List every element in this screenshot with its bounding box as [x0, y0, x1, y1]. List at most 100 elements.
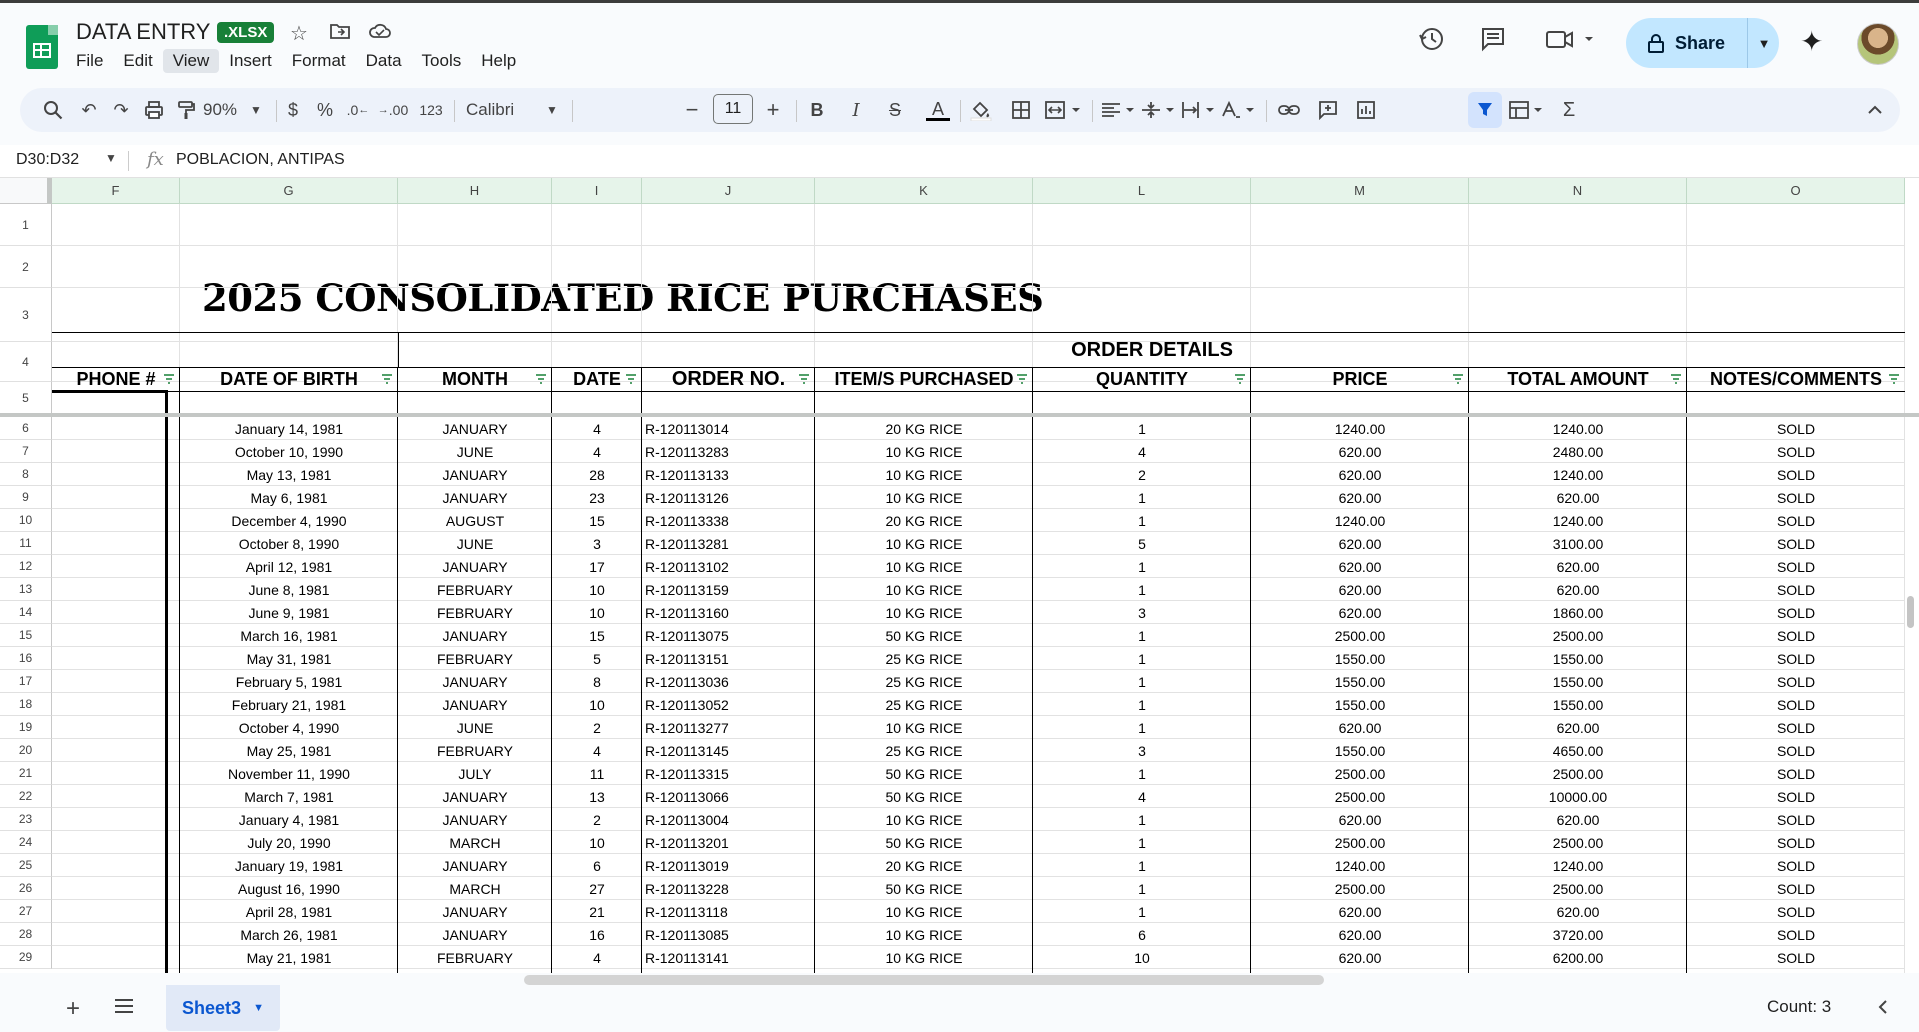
table-cell[interactable]: JANUARY	[398, 785, 552, 808]
print-icon[interactable]	[141, 96, 167, 124]
all-sheets-menu-icon[interactable]	[114, 997, 134, 1020]
table-cell[interactable]: 10000.00	[1469, 785, 1687, 808]
collapse-side-panel-chevron-icon[interactable]	[1878, 999, 1888, 1020]
table-cell[interactable]: JANUARY	[398, 463, 552, 486]
table-cell[interactable]: R-120113036	[642, 670, 815, 693]
table-cell[interactable]: 27	[552, 877, 642, 900]
table-cell[interactable]: R-120113118	[642, 900, 815, 923]
horizontal-align-icon[interactable]	[1098, 96, 1142, 124]
table-cell[interactable]: 620.00	[1251, 900, 1469, 923]
table-cell[interactable]: 10 KG RICE	[815, 900, 1033, 923]
column-filter-icon[interactable]	[624, 372, 638, 386]
text-wrapping-icon[interactable]	[1178, 96, 1222, 124]
table-cell[interactable]: 1550.00	[1251, 739, 1469, 762]
column-filter-icon[interactable]	[1669, 372, 1683, 386]
table-cell[interactable]: May 13, 1981	[180, 463, 398, 486]
table-cell[interactable]: R-120113102	[642, 555, 815, 578]
table-cell[interactable]: 10	[552, 578, 642, 601]
table-cell[interactable]: October 10, 1990	[180, 440, 398, 463]
column-header-k[interactable]: K	[815, 178, 1033, 204]
row-header-23[interactable]: 23	[0, 808, 52, 831]
column-filter-icon[interactable]	[1015, 372, 1029, 386]
table-cell[interactable]: January 14, 1981	[180, 417, 398, 440]
table-cell[interactable]: SOLD	[1687, 808, 1905, 831]
row-header-13[interactable]: 13	[0, 578, 52, 601]
table-cell[interactable]: 620.00	[1251, 716, 1469, 739]
table-cell[interactable]: 17	[552, 555, 642, 578]
table-cell[interactable]: 620.00	[1469, 900, 1687, 923]
table-cell[interactable]: 1240.00	[1469, 417, 1687, 440]
table-cell[interactable]: 23	[552, 486, 642, 509]
table-cell[interactable]: 1	[1033, 486, 1251, 509]
table-cell[interactable]: 620.00	[1469, 578, 1687, 601]
table-cell[interactable]: FEBRUARY	[398, 946, 552, 969]
table-cell[interactable]: SOLD	[1687, 601, 1905, 624]
table-cell[interactable]: 1240.00	[1251, 417, 1469, 440]
table-cell[interactable]: R-120113315	[642, 762, 815, 785]
table-cell[interactable]: July 20, 1990	[180, 831, 398, 854]
table-cell[interactable]: 1860.00	[1469, 601, 1687, 624]
table-cell[interactable]: 16	[552, 923, 642, 946]
table-cell[interactable]: 25 KG RICE	[815, 693, 1033, 716]
table-cell[interactable]: January 19, 1981	[180, 854, 398, 877]
insert-chart-icon[interactable]	[1353, 96, 1379, 124]
table-cell[interactable]: 1	[1033, 578, 1251, 601]
row-header-21[interactable]: 21	[0, 762, 52, 785]
table-cell[interactable]: JANUARY	[398, 417, 552, 440]
header-cell-quantity[interactable]: QUANTITY	[1033, 367, 1251, 392]
selection-count[interactable]: Count: 3	[1767, 997, 1831, 1017]
table-cell[interactable]: 10 KG RICE	[815, 601, 1033, 624]
table-cell[interactable]: 1240.00	[1469, 509, 1687, 532]
filter-views-icon[interactable]	[1506, 96, 1550, 124]
table-cell[interactable]: R-120113004	[642, 808, 815, 831]
row-header-20[interactable]: 20	[0, 739, 52, 762]
table-cell[interactable]: R-120113141	[642, 946, 815, 969]
undo-icon[interactable]: ↶	[76, 96, 102, 124]
table-cell[interactable]: 2500.00	[1469, 762, 1687, 785]
table-cell[interactable]: FEBRUARY	[398, 601, 552, 624]
table-cell[interactable]: 10	[1033, 946, 1251, 969]
column-header-m[interactable]: M	[1251, 178, 1469, 204]
user-avatar[interactable]	[1857, 23, 1899, 65]
row-header-15[interactable]: 15	[0, 624, 52, 647]
table-cell[interactable]: 11	[552, 762, 642, 785]
merge-cells-icon[interactable]	[1042, 96, 1086, 124]
row-header-3[interactable]: 3	[0, 288, 52, 342]
table-cell[interactable]: JANUARY	[398, 923, 552, 946]
table-cell[interactable]: SOLD	[1687, 532, 1905, 555]
table-cell[interactable]: May 6, 1981	[180, 486, 398, 509]
table-cell[interactable]: 620.00	[1251, 486, 1469, 509]
table-cell[interactable]: SOLD	[1687, 647, 1905, 670]
menu-format[interactable]: Format	[282, 49, 356, 73]
text-color-icon[interactable]: A	[925, 96, 951, 124]
table-cell[interactable]: R-120113126	[642, 486, 815, 509]
table-cell[interactable]: R-120113066	[642, 785, 815, 808]
table-cell[interactable]: SOLD	[1687, 440, 1905, 463]
table-cell[interactable]: 1	[1033, 555, 1251, 578]
table-cell[interactable]: JANUARY	[398, 808, 552, 831]
table-cell[interactable]: 10 KG RICE	[815, 923, 1033, 946]
star-icon[interactable]: ☆	[290, 21, 308, 46]
table-cell[interactable]: April 28, 1981	[180, 900, 398, 923]
row-header-7[interactable]: 7	[0, 440, 52, 463]
table-cell[interactable]: 13	[552, 785, 642, 808]
sheet-title-cell[interactable]: 2025 CONSOLIDATED RICE PURCHASES	[202, 276, 1044, 320]
column-header-j[interactable]: J	[642, 178, 815, 204]
sheet-tab-sheet3[interactable]: Sheet3 ▼	[166, 985, 280, 1031]
table-cell[interactable]: 2500.00	[1469, 624, 1687, 647]
table-cell[interactable]: 620.00	[1469, 555, 1687, 578]
table-cell[interactable]: SOLD	[1687, 486, 1905, 509]
format-currency-button[interactable]: $	[283, 96, 303, 124]
search-menus-icon[interactable]	[40, 96, 66, 124]
table-cell[interactable]: 4	[552, 440, 642, 463]
header-cell-item-s-purchased[interactable]: ITEM/S PURCHASED	[815, 367, 1033, 392]
column-header-g[interactable]: G	[180, 178, 398, 204]
table-cell[interactable]: JANUARY	[398, 555, 552, 578]
row-header-11[interactable]: 11	[0, 532, 52, 555]
table-cell[interactable]: 2500.00	[1251, 877, 1469, 900]
table-cell[interactable]: SOLD	[1687, 670, 1905, 693]
table-cell[interactable]: May 21, 1981	[180, 946, 398, 969]
table-cell[interactable]: 21	[552, 900, 642, 923]
table-cell[interactable]: 620.00	[1251, 532, 1469, 555]
table-cell[interactable]: 1240.00	[1469, 463, 1687, 486]
